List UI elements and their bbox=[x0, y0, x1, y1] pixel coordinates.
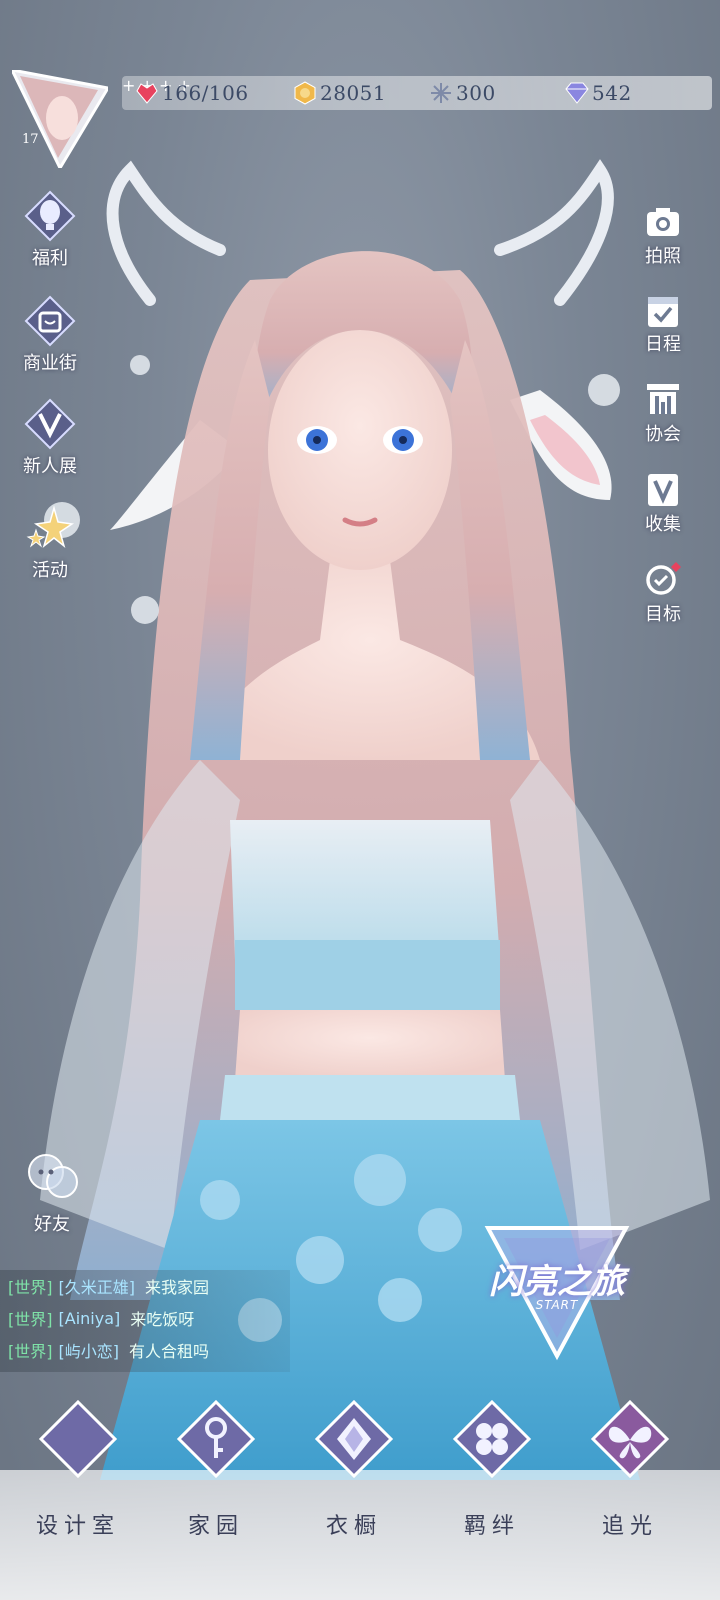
world-chat-panel[interactable]: [世界] [久米正雄] 来我家园 [世界] [Ainiya] 来吃饭呀 [世界]… bbox=[0, 1270, 290, 1372]
collection-button[interactable]: 收集 bbox=[633, 470, 693, 536]
nav-chase-light[interactable]: 追光 bbox=[570, 1399, 690, 1540]
crystal-wardrobe-icon bbox=[314, 1399, 394, 1479]
camera-icon bbox=[643, 202, 683, 242]
nav-wardrobe[interactable]: 衣橱 bbox=[294, 1399, 414, 1540]
collection-v-icon bbox=[643, 470, 683, 510]
key-home-icon bbox=[176, 1399, 256, 1479]
photo-button[interactable]: 拍照 bbox=[633, 202, 693, 268]
resource-gold: 28051 bbox=[292, 76, 386, 110]
friends-bubbles-icon bbox=[28, 1154, 78, 1198]
resource-bar: 166/106 + 28051 + 300 + 542 + bbox=[122, 76, 712, 110]
hot-air-balloon-icon bbox=[24, 190, 76, 242]
friends-button[interactable]: 好友 bbox=[16, 1150, 88, 1236]
avatar-portrait bbox=[9, 67, 111, 172]
butterfly-light-icon bbox=[590, 1399, 670, 1479]
bottom-navigation: 设计室 家园 衣橱 羁绊 追光 bbox=[0, 1399, 720, 1600]
resource-crystal: 300 bbox=[428, 76, 496, 110]
shopping-bag-icon bbox=[24, 295, 76, 347]
chat-message: [世界] [屿小恋] 有人合租吗 bbox=[8, 1342, 210, 1361]
gold-value: 28051 bbox=[320, 81, 387, 105]
events-button[interactable]: 活动 bbox=[10, 502, 90, 582]
newcomer-show-button[interactable]: 新人展 bbox=[10, 398, 90, 478]
diamond-icon bbox=[564, 80, 590, 106]
shining-journey-event-button[interactable]: 闪亮之旅 START bbox=[482, 1222, 632, 1362]
moon-studio-icon bbox=[38, 1399, 118, 1479]
guild-hall-icon bbox=[643, 380, 683, 420]
schedule-button[interactable]: 日程 bbox=[633, 290, 693, 356]
welfare-button[interactable]: 福利 bbox=[10, 190, 90, 270]
coin-icon bbox=[292, 80, 318, 106]
crystal-value: 300 bbox=[456, 81, 496, 105]
player-level: 17 bbox=[22, 132, 39, 147]
goals-button[interactable]: 目标 bbox=[633, 560, 693, 626]
stamina-value: 166/106 bbox=[162, 81, 249, 105]
guild-button[interactable]: 协会 bbox=[633, 380, 693, 446]
resource-diamond: 542 bbox=[564, 76, 632, 110]
nav-design-studio[interactable]: 设计室 bbox=[18, 1399, 138, 1540]
diamond-value: 542 bbox=[592, 81, 632, 105]
shopping-street-button[interactable]: 商业街 bbox=[10, 295, 90, 375]
snowflake-crystal-icon bbox=[428, 80, 454, 106]
heart-gem-icon bbox=[134, 80, 160, 106]
target-medal-icon bbox=[643, 560, 683, 600]
nav-bonds[interactable]: 羁绊 bbox=[432, 1399, 552, 1540]
chat-message: [世界] [Ainiya] 来吃饭呀 bbox=[8, 1308, 195, 1330]
clover-bond-icon bbox=[452, 1399, 532, 1479]
chat-message: [世界] [久米正雄] 来我家园 bbox=[8, 1278, 210, 1297]
event-title: 闪亮之旅 bbox=[489, 1262, 625, 1302]
player-avatar[interactable]: 17 bbox=[9, 67, 111, 172]
resource-stamina: 166/106 bbox=[134, 76, 249, 110]
calendar-check-icon bbox=[643, 290, 683, 330]
nav-home[interactable]: 家园 bbox=[156, 1399, 276, 1540]
stars-icon bbox=[24, 502, 76, 554]
trophy-v-icon bbox=[24, 398, 76, 450]
event-subtitle: START bbox=[535, 1298, 579, 1312]
